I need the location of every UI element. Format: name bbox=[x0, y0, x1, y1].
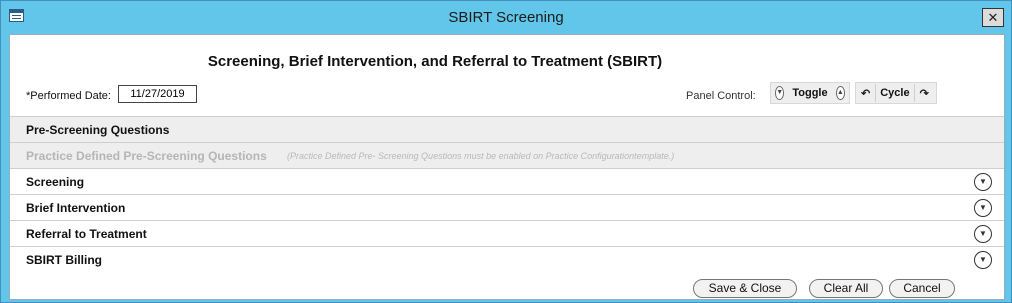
clear-all-button[interactable]: Clear All bbox=[809, 279, 883, 298]
chevron-down-icon[interactable]: ▼ bbox=[775, 86, 785, 100]
expand-icon[interactable]: ▼ bbox=[974, 251, 992, 269]
form-heading: Screening, Brief Intervention, and Refer… bbox=[207, 53, 663, 70]
panel-control-label: Panel Control: bbox=[686, 90, 756, 102]
section-screening[interactable]: Screening ▼ bbox=[10, 168, 1004, 194]
toggle-button[interactable]: Toggle bbox=[788, 87, 831, 99]
section-sbirt-billing[interactable]: SBIRT Billing ▼ bbox=[10, 246, 1004, 272]
chevron-up-icon[interactable]: ▲ bbox=[835, 86, 845, 100]
dialog-window: SBIRT Screening ✕ Screening, Brief Inter… bbox=[0, 0, 1012, 303]
undo-arrow-icon[interactable]: ↶ bbox=[861, 87, 870, 100]
dialog-body: Screening, Brief Intervention, and Refer… bbox=[9, 34, 1005, 300]
section-label: Practice Defined Pre-Screening Questions bbox=[26, 149, 267, 163]
section-label: SBIRT Billing bbox=[26, 253, 102, 267]
section-referral-to-treatment[interactable]: Referral to Treatment ▼ bbox=[10, 220, 1004, 246]
performed-date-label: *Performed Date: bbox=[26, 90, 111, 102]
section-label: Screening bbox=[26, 175, 85, 189]
toggle-control: ▼ Toggle ▲ bbox=[770, 82, 850, 104]
section-brief-intervention[interactable]: Brief Intervention ▼ bbox=[10, 194, 1004, 220]
section-label: Brief Intervention bbox=[26, 201, 126, 215]
section-practice-defined: Practice Defined Pre-Screening Questions… bbox=[10, 142, 1004, 168]
window-title: SBIRT Screening bbox=[448, 9, 564, 26]
expand-icon[interactable]: ▼ bbox=[974, 173, 992, 191]
section-pre-screening[interactable]: Pre-Screening Questions bbox=[10, 116, 1004, 142]
save-close-button[interactable]: Save & Close bbox=[693, 279, 797, 298]
section-note: (Practice Defined Pre- Screening Questio… bbox=[287, 151, 675, 161]
section-label: Pre-Screening Questions bbox=[26, 123, 170, 137]
close-button[interactable]: ✕ bbox=[982, 8, 1004, 27]
redo-arrow-icon[interactable]: ↷ bbox=[920, 87, 929, 100]
separator bbox=[913, 84, 915, 102]
title-bar[interactable]: SBIRT Screening ✕ bbox=[1, 1, 1011, 34]
performed-date-field[interactable] bbox=[118, 85, 197, 103]
cycle-button[interactable]: Cycle bbox=[876, 87, 913, 99]
expand-icon[interactable]: ▼ bbox=[974, 199, 992, 217]
cycle-control: ↶ Cycle ↷ bbox=[855, 82, 937, 104]
expand-icon[interactable]: ▼ bbox=[974, 225, 992, 243]
section-label: Referral to Treatment bbox=[26, 227, 147, 241]
cancel-button[interactable]: Cancel bbox=[889, 279, 955, 298]
